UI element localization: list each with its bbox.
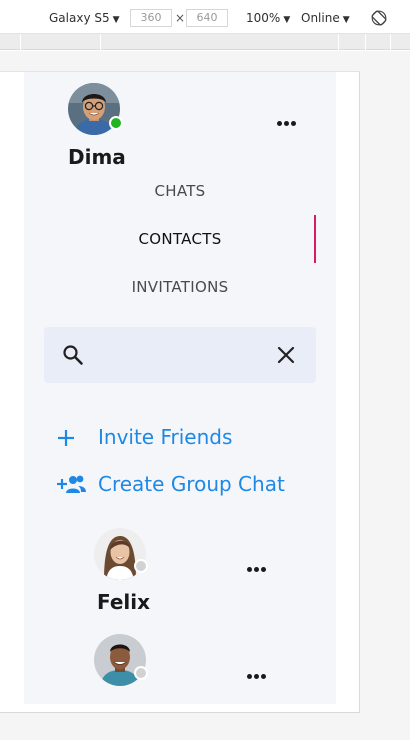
active-tab-indicator	[314, 215, 316, 263]
zoom-select-label: 100%	[246, 11, 281, 25]
tab-invitations[interactable]: INVITATIONS	[24, 278, 336, 296]
contact-name: Felix	[97, 590, 151, 614]
tab-contacts[interactable]: CONTACTS	[24, 230, 336, 248]
tab-chats[interactable]: CHATS	[24, 182, 336, 200]
close-icon[interactable]	[276, 345, 296, 365]
more-options-icon[interactable]	[276, 120, 298, 128]
invite-friends-label: Invite Friends	[98, 425, 233, 449]
chevron-down-icon: ▼	[283, 15, 291, 25]
contact-search	[44, 327, 316, 383]
contacts-sidebar: Dima CHATS CONTACTS INVITATIONS Invite F…	[24, 72, 336, 704]
offline-status-dot	[134, 559, 148, 573]
online-status-dot	[109, 116, 123, 130]
more-options-icon[interactable]	[246, 673, 268, 681]
dimension-separator: ×	[175, 11, 186, 25]
network-select[interactable]: Online ▼	[301, 11, 350, 25]
more-options-icon[interactable]	[246, 566, 268, 574]
zoom-select[interactable]: 100% ▼	[246, 11, 290, 25]
offline-status-dot	[134, 666, 148, 680]
search-icon	[63, 345, 83, 365]
profile-name: Dima	[68, 145, 126, 169]
chevron-down-icon: ▼	[112, 15, 120, 25]
device-select-label: Galaxy S5	[49, 11, 110, 25]
height-input[interactable]: 640	[186, 9, 228, 27]
search-input[interactable]	[96, 341, 266, 369]
device-viewport: Dima CHATS CONTACTS INVITATIONS Invite F…	[0, 71, 360, 713]
network-select-label: Online	[301, 11, 340, 25]
rotate-icon[interactable]	[371, 10, 387, 26]
create-group-chat-label: Create Group Chat	[98, 472, 285, 496]
media-query-ruler	[0, 34, 410, 50]
device-toolbar: Galaxy S5 ▼ 360 × 640 100% ▼ Online ▼	[0, 0, 410, 34]
chevron-down-icon: ▼	[342, 15, 350, 25]
plus-icon	[58, 430, 74, 446]
width-input[interactable]: 360	[130, 9, 172, 27]
device-select[interactable]: Galaxy S5 ▼	[49, 11, 120, 25]
add-group-icon	[57, 475, 86, 493]
